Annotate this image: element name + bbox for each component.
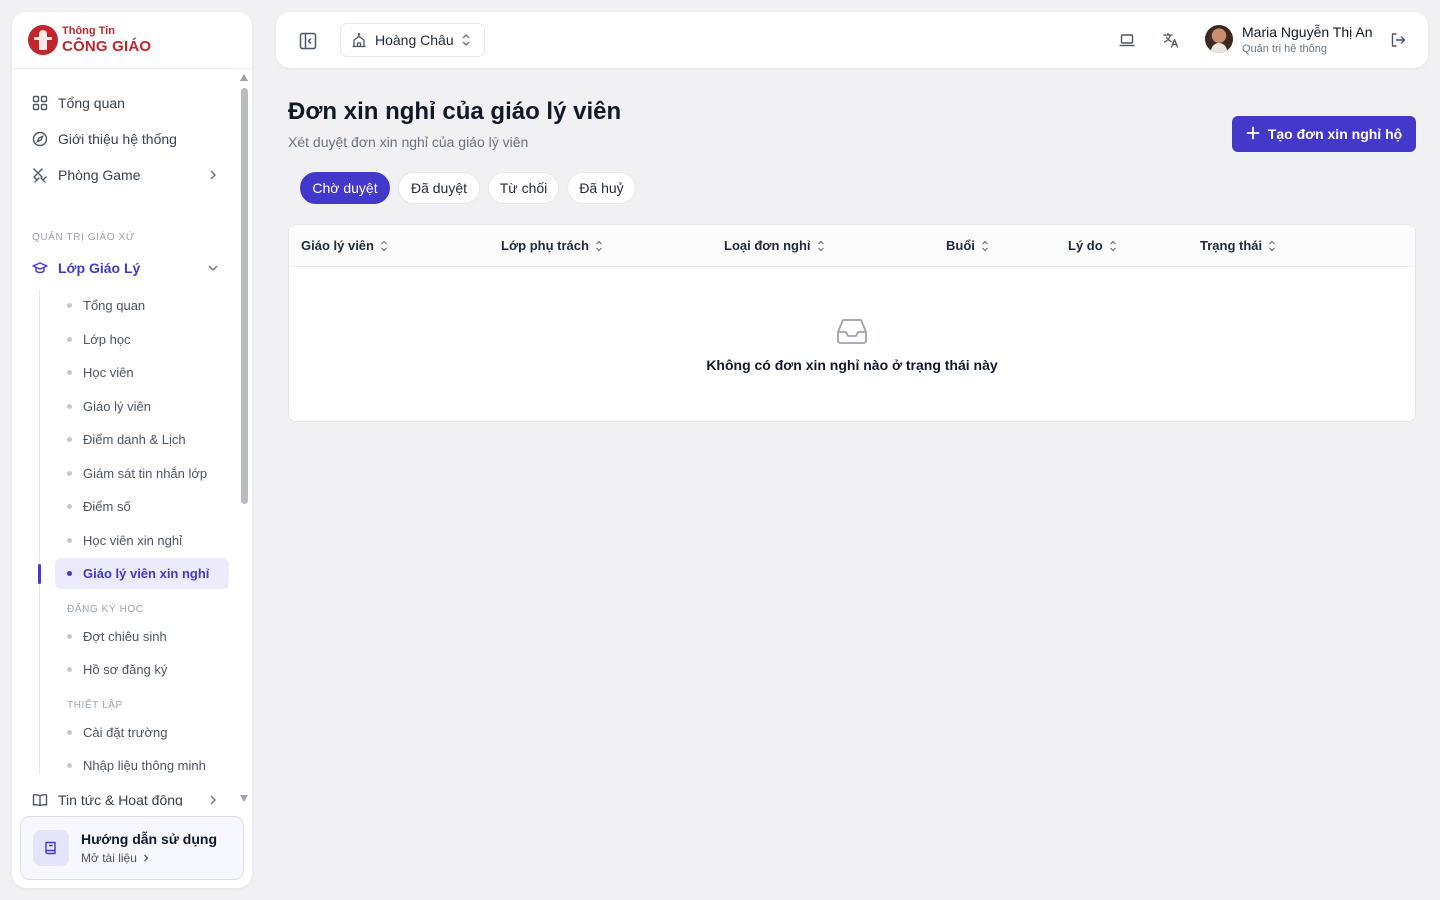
church-icon [351,32,367,48]
sidebar-toggle-icon[interactable] [298,31,318,51]
tab-pending[interactable]: Chờ duyệt [300,172,390,204]
book-icon [33,830,69,866]
sub-item-overview[interactable]: Tổng quan [55,290,229,321]
tree-guide-line [39,290,40,774]
user-guide-card[interactable]: Hướng dẫn sử dụng Mở tài liệu [20,816,244,880]
chevron-up-down-icon [460,33,472,47]
sub-section-settings: THIẾT LẬP [67,700,123,711]
sort-icon [596,240,602,251]
sidebar-nav: Tổng quan Giới thiệu hệ thống Phòng Game… [12,70,240,806]
tab-approved[interactable]: Đã duyệt [398,172,480,204]
column-header-leave-type[interactable]: Loại đơn nghỉ [724,238,825,253]
sidebar-scrollbar[interactable] [240,70,249,806]
sub-item-attendance[interactable]: Điểm danh & Lịch [55,424,229,455]
column-header-status[interactable]: Trạng thái [1200,238,1276,253]
grid-icon [32,95,48,111]
sidebar-item-intro[interactable]: Giới thiệu hệ thống [20,123,232,155]
book-open-icon [32,792,48,806]
tab-rejected[interactable]: Từ chối [488,172,559,204]
user-avatar[interactable] [1205,25,1233,53]
translate-icon[interactable] [1162,31,1180,49]
laptop-icon[interactable] [1118,31,1136,49]
active-indicator [38,564,41,584]
user-name[interactable]: Maria Nguyễn Thị An [1242,24,1372,40]
sidebar-item-label: Tin tức & Hoạt động [58,792,183,806]
scrollbar-thumb[interactable] [241,88,248,504]
column-label: Giáo lý viên [301,238,374,253]
sidebar-item-catechism[interactable]: Lớp Giáo Lý [20,252,232,284]
user-role: Quản trị hệ thống [1242,43,1328,55]
sidebar-item-label: Giới thiệu hệ thống [58,131,177,147]
column-label: Lớp phụ trách [501,238,589,253]
column-header-class[interactable]: Lớp phụ trách [501,238,603,253]
column-header-reason[interactable]: Lý do [1068,238,1117,253]
sort-icon [817,240,824,251]
brand-line-1: Thông Tin [62,25,115,37]
leave-requests-table: Giáo lý viên Lớp phụ trách Loại đơn nghỉ… [288,224,1416,422]
logout-icon[interactable] [1389,31,1407,49]
section-label-admin: QUẢN TRỊ GIÁO XỨ [32,232,135,243]
sidebar-item-label: Lớp Giáo Lý [58,260,141,276]
table-header: Giáo lý viên Lớp phụ trách Loại đơn nghỉ… [289,225,1415,267]
sidebar-item-overview[interactable]: Tổng quan [20,87,232,119]
sub-item-applications[interactable]: Hồ sơ đăng ký [55,654,229,685]
column-header-session[interactable]: Buổi [946,238,989,253]
sidebar-item-label: Phòng Game [58,167,141,183]
sub-item-recruitment[interactable]: Đợt chiêu sinh [55,621,229,652]
parish-selector[interactable]: Hoàng Châu [340,23,485,57]
chevron-down-icon [206,261,220,275]
column-header-catechist[interactable]: Giáo lý viên [301,238,388,253]
sidebar-item-news[interactable]: Tin tức & Hoạt động [20,784,232,806]
logo-mark-icon [28,25,58,55]
sort-icon [981,240,988,251]
sub-item-message-monitor[interactable]: Giám sát tin nhắn lớp [55,458,229,489]
sub-section-enroll: ĐĂNG KÝ HỌC [67,604,144,615]
column-label: Trạng thái [1200,238,1263,253]
sub-item-smart-input[interactable]: Nhập liệu thông minh [55,750,229,781]
column-label: Buổi [946,238,975,253]
parish-name: Hoàng Châu [375,32,454,48]
chevron-right-icon [143,854,149,862]
sidebar-item-label: Tổng quan [58,95,125,111]
sub-item-school-settings[interactable]: Cài đặt trường [55,717,229,748]
sub-item-student-leave[interactable]: Học viên xin nghỉ [55,525,229,556]
chevron-right-icon [206,168,220,182]
scroll-up-arrow-icon[interactable] [240,74,248,81]
sidebar: Thông Tin CÔNG GIÁO Tổng quan Giới thiệu… [12,12,252,888]
sub-item-students[interactable]: Học viên [55,357,229,388]
sort-icon [1269,240,1276,251]
sub-item-catechists[interactable]: Giáo lý viên [55,391,229,422]
tab-cancelled[interactable]: Đã huỷ [567,172,636,204]
sidebar-item-game[interactable]: Phòng Game [20,159,232,191]
sub-item-grades[interactable]: Điểm số [55,491,229,522]
graduation-cap-icon [32,260,48,276]
column-label: Loại đơn nghỉ [724,238,811,253]
guide-link[interactable]: Mở tài liệu [81,851,137,865]
swords-icon [32,167,48,183]
scroll-down-arrow-icon[interactable] [240,795,248,802]
compass-icon [32,131,48,147]
topbar: Hoàng Châu Maria Nguyễn Thị An Quản trị … [276,12,1428,68]
brand-line-2: CÔNG GIÁO [62,38,152,55]
inbox-icon [836,317,868,345]
sub-item-classes[interactable]: Lớp học [55,324,229,355]
page-subtitle: Xét duyệt đơn xin nghỉ của giáo lý viên [288,134,529,150]
page-title: Đơn xin nghỉ của giáo lý viên [288,98,622,125]
sort-icon [1109,240,1116,251]
sub-item-catechist-leave[interactable]: Giáo lý viên xin nghỉ [55,558,229,589]
create-button-label: Tạo đơn xin nghỉ hộ [1267,126,1403,142]
column-label: Lý do [1068,238,1103,253]
sort-icon [381,240,387,251]
plus-icon [1246,125,1260,143]
chevron-right-icon [206,793,220,806]
brand-logo[interactable]: Thông Tin CÔNG GIÁO [12,12,252,69]
create-leave-request-button[interactable]: Tạo đơn xin nghỉ hộ [1232,116,1416,152]
empty-state-message: Không có đơn xin nghỉ nào ở trạng thái n… [706,357,998,373]
guide-title: Hướng dẫn sử dụng [81,831,217,847]
